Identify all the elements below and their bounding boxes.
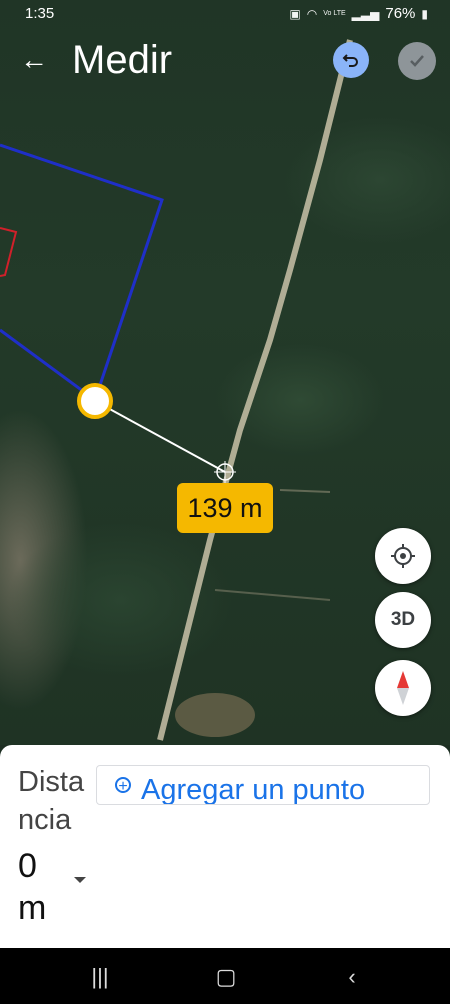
add-circle-icon: + [115, 777, 131, 795]
wifi-icon: ◠ [306, 6, 318, 21]
notification-icon: ▣ [289, 6, 301, 21]
undo-icon [342, 54, 358, 67]
start-point-marker[interactable] [77, 383, 113, 419]
unit-dropdown-caret-icon[interactable] [74, 877, 86, 883]
signal-icon: ▂▃▅ [351, 6, 380, 21]
segment-distance-label: 139 m [177, 483, 273, 533]
status-bar: 1:35 ▣ ◠ Vo LTE ▂▃▅ 76% ▮ [0, 0, 450, 30]
done-button[interactable] [398, 42, 436, 80]
add-point-button[interactable]: + Agregar un punto [96, 765, 430, 805]
3d-toggle-button[interactable]: 3D [375, 592, 431, 648]
distance-value: 0 m [18, 845, 58, 929]
bottom-sheet: Distancia 0 m + Agregar un punto [0, 745, 450, 948]
app-bar: ← Medir [0, 30, 450, 90]
distance-number: 0 [18, 847, 37, 885]
system-nav-bar: ||| ▢ ‹ [0, 948, 450, 1004]
my-location-button[interactable] [375, 528, 431, 584]
battery-percent: 76% [385, 5, 416, 22]
network-type: Vo LTE [323, 10, 346, 17]
add-point-label: Agregar un punto [141, 773, 366, 805]
recent-apps-icon[interactable]: ||| [85, 964, 115, 989]
undo-button[interactable] [333, 42, 369, 78]
distance-title: Distancia [18, 766, 85, 836]
distance-unit: m [18, 889, 47, 927]
compass-button[interactable] [375, 660, 431, 716]
back-nav-icon[interactable]: ‹ [337, 964, 367, 989]
my-location-icon [391, 544, 415, 568]
home-icon[interactable]: ▢ [211, 964, 241, 989]
parcel-boundary-red [0, 227, 18, 277]
arrow-back-icon[interactable]: ← [18, 44, 50, 76]
battery-icon: ▮ [421, 6, 428, 21]
page-title: Medir [72, 38, 173, 82]
parcel-boundary-blue [0, 143, 164, 403]
check-icon [410, 55, 424, 67]
compass-icon [397, 671, 409, 705]
status-time: 1:35 [25, 5, 55, 22]
measure-line [94, 400, 226, 473]
dirt-road [157, 39, 353, 741]
